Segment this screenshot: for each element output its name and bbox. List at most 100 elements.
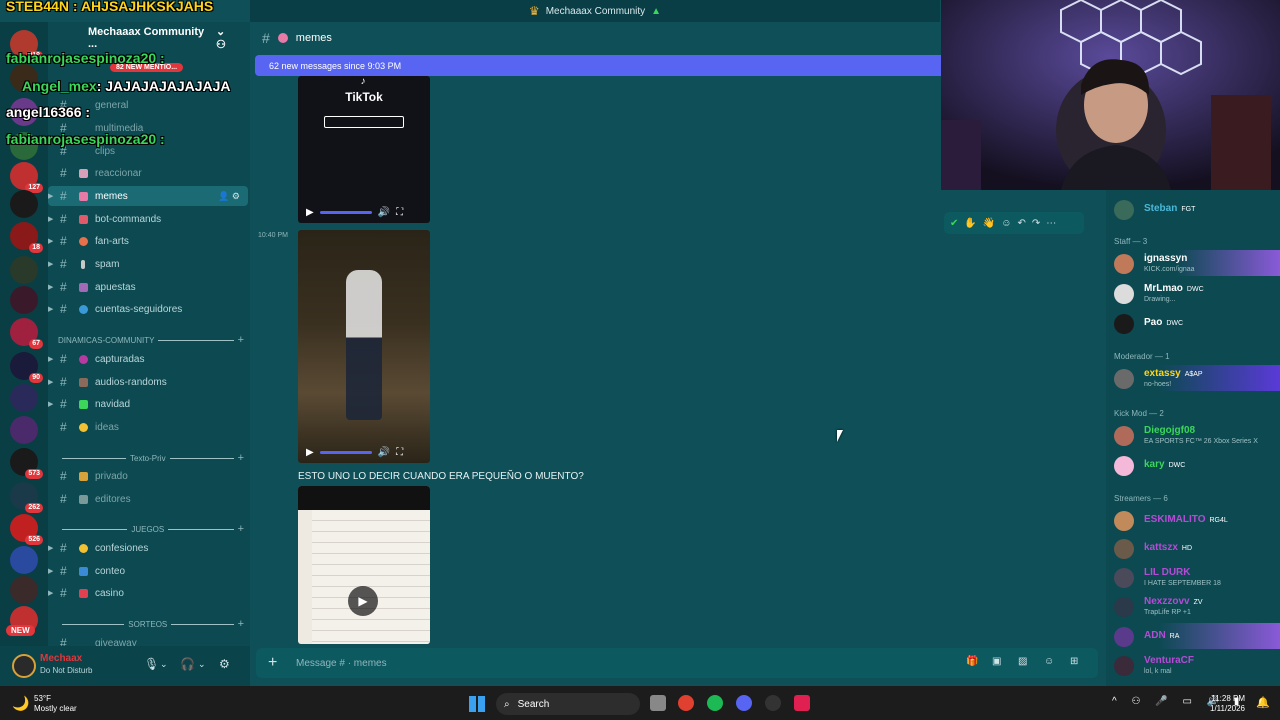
taskbar-search[interactable]: ⌕ Search (496, 693, 640, 715)
fullscreen-icon[interactable]: ⛶ (396, 207, 403, 218)
channel-bot-commands[interactable]: ▶ # bot-commands (48, 209, 248, 229)
category-texto-priv[interactable]: Texto-Priv + (58, 451, 244, 465)
server-icon[interactable]: 90 (10, 352, 43, 383)
category-dinamicas[interactable]: DINAMICAS-COMMUNITY + (58, 333, 244, 347)
gear-icon[interactable]: ⚙ (219, 657, 230, 671)
chevron-down-icon[interactable]: ⌄ ⚇ (216, 25, 238, 51)
spotify-icon[interactable] (707, 695, 723, 711)
emoji-icon[interactable]: ☺ (1044, 656, 1054, 667)
server-icon[interactable]: 262 (10, 482, 43, 513)
volume-icon[interactable]: 🔊 (378, 207, 390, 218)
new-messages-banner[interactable]: 62 new messages since 9:03 PM (255, 55, 941, 76)
channel-capturadas[interactable]: ▶ # capturadas (48, 349, 248, 369)
channel-spam[interactable]: ▶ # spam (48, 254, 248, 274)
attach-plus-icon[interactable]: + (268, 654, 277, 672)
hand-icon[interactable]: ✋ (964, 218, 976, 229)
member-item[interactable]: extassy A$AP no-hoes! (1106, 365, 1280, 391)
channel-casino[interactable]: ▶ # casino (48, 583, 248, 603)
channel-conteo[interactable]: ▶ # conteo (48, 561, 248, 581)
gif-icon[interactable]: ▣ (992, 656, 1001, 667)
plus-icon[interactable]: + (238, 334, 244, 346)
server-icon[interactable] (10, 576, 38, 604)
volume-slider[interactable] (319, 210, 372, 214)
server-icon[interactable] (10, 416, 38, 444)
server-icon[interactable]: 526 (10, 514, 43, 545)
server-icon[interactable] (10, 546, 38, 574)
member-item[interactable]: LIL DURK I HATE SEPTEMBER 18 (1106, 564, 1280, 590)
more-icon[interactable]: ⋯ (1046, 218, 1056, 229)
server-icon[interactable] (10, 286, 38, 314)
reply-icon[interactable]: ↶ (1018, 218, 1026, 229)
channel-memes[interactable]: ▶ # memes 👤 ⚙ (48, 186, 248, 206)
video-embed[interactable]: ♪ TikTok ▶ 🔊 ⛶ (298, 76, 430, 223)
apps-icon[interactable]: ⊞ (1070, 656, 1078, 667)
file-explorer-icon[interactable] (650, 695, 666, 711)
server-icon[interactable]: 573 (10, 448, 43, 479)
member-name: LIL DURK (1144, 567, 1191, 578)
channel-confesiones[interactable]: ▶ # confesiones (48, 538, 248, 558)
video-embed[interactable]: ▶ (298, 486, 430, 644)
avatar[interactable] (12, 654, 36, 678)
member-item[interactable]: ignassyn KICK.com/ignaa (1106, 250, 1280, 276)
forward-icon[interactable]: ↷ (1032, 218, 1040, 229)
plus-icon[interactable]: + (238, 618, 244, 630)
notification-icon[interactable]: 🔔 (1256, 696, 1270, 709)
channel-navidad[interactable]: ▶ # navidad (48, 394, 248, 414)
tiktok-icon[interactable] (794, 695, 810, 711)
add-reaction-icon[interactable]: ☺ (1001, 218, 1011, 229)
member-item[interactable]: ADN RA (1106, 623, 1280, 649)
channel-fan-arts[interactable]: ▶ # fan-arts (48, 231, 248, 251)
chevron-right-icon: ▶ (48, 568, 54, 575)
server-icon[interactable] (10, 190, 38, 218)
gift-icon[interactable]: 🎁 (966, 656, 978, 667)
obs-icon[interactable] (765, 695, 781, 711)
check-icon[interactable]: ✔ (950, 218, 958, 229)
category-juegos[interactable]: JUEGOS + (58, 522, 244, 536)
channel-privado[interactable]: # privado (48, 466, 248, 486)
member-item[interactable]: Diegojgf08 EA SPORTS FC™ 26 Xbox Series … (1106, 422, 1280, 448)
headphones-icon[interactable]: 🎧 (180, 657, 195, 671)
server-icon[interactable] (10, 256, 38, 284)
message-input[interactable] (296, 657, 936, 669)
volume-icon[interactable]: 🔊 (378, 447, 390, 458)
play-icon[interactable]: ▶ (348, 586, 378, 616)
channel-editores[interactable]: # editores (48, 489, 248, 509)
plus-icon[interactable]: + (238, 523, 244, 535)
plus-icon[interactable]: + (238, 452, 244, 464)
discord-icon[interactable] (736, 695, 752, 711)
channel-apuestas[interactable]: ▶ # apuestas (48, 277, 248, 297)
member-item[interactable]: Pao DWC (1106, 310, 1280, 336)
member-item[interactable]: Steban FGT (1106, 196, 1280, 222)
member-item[interactable]: kary DWC (1106, 452, 1280, 478)
chevron-down-icon[interactable]: ⌄ (160, 659, 168, 670)
gear-icon[interactable]: 👤 ⚙ (218, 191, 240, 202)
member-item[interactable]: Nexzzovv ZV TrapLife RP +1 (1106, 593, 1280, 619)
category-sorteos[interactable]: SORTEOS + (58, 617, 244, 631)
fullscreen-icon[interactable]: ⛶ (396, 447, 403, 458)
server-icon[interactable]: 18 (10, 222, 43, 253)
volume-slider[interactable] (319, 450, 372, 454)
channel-cuentas-seguidores[interactable]: ▶ # cuentas-seguidores (48, 299, 248, 319)
server-icon[interactable]: 67 (10, 318, 43, 349)
play-icon[interactable]: ▶ (306, 207, 314, 218)
member-item[interactable]: VenturaCF lol, k mal (1106, 652, 1280, 678)
windows-start-icon[interactable] (469, 696, 485, 712)
member-item[interactable]: MrLmao DWC Drawing... (1106, 280, 1280, 306)
chrome-icon[interactable] (678, 695, 694, 711)
chevron-down-icon[interactable]: ⌄ (198, 659, 206, 670)
member-item[interactable]: ESKIMALITO RG4L (1106, 507, 1280, 533)
channel-audios-randoms[interactable]: ▶ # audios-randoms (48, 372, 248, 392)
video-embed[interactable]: ▶ 🔊 ⛶ (298, 230, 430, 463)
play-icon[interactable]: ▶ (306, 447, 314, 458)
microphone-icon[interactable]: 🎙 (144, 657, 159, 671)
channel-reaccionar[interactable]: # reaccionar (48, 163, 248, 183)
sticker-icon[interactable]: ▨ (1018, 656, 1027, 667)
channel-ideas[interactable]: # ideas (48, 417, 248, 437)
channel-giveaway[interactable]: # giveaway (48, 633, 248, 646)
wave-icon[interactable]: 👋 (983, 218, 995, 229)
taskbar-clock[interactable]: 11:28 PM 1/11/2026 (1210, 694, 1245, 714)
member-item[interactable]: kattszx HD (1106, 535, 1280, 561)
weather-widget[interactable]: 53°F Mostly clear (34, 694, 77, 714)
server-icon[interactable]: 127 (10, 162, 43, 193)
server-icon[interactable] (10, 384, 38, 412)
